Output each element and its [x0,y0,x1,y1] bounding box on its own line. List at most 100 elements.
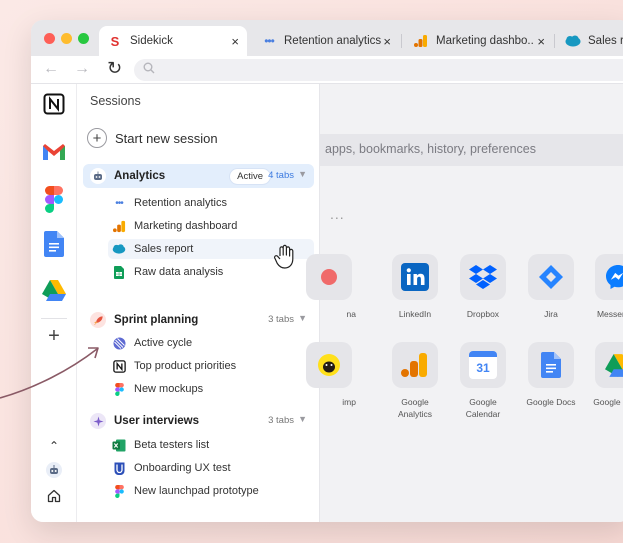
session-item-label: Top product priorities [134,360,237,372]
figma-icon[interactable] [42,184,66,214]
session-item-top-product-priorities[interactable]: Top product priorities [108,356,314,376]
status-badge: Active [229,168,271,185]
session-item-label: Sales report [134,243,194,255]
close-window-button[interactable] [44,33,55,44]
tab-count: 4 tabs [268,170,294,181]
app-mailchimp[interactable]: imp [298,342,360,408]
annotation-arrow [0,347,99,399]
app-label: imp [342,397,356,407]
sessions-panel: Sessions + Start new session Analytics A… [77,84,320,522]
google-drive-icon [595,342,623,388]
session-item-marketing-dashboard[interactable]: Marketing dashboard [108,216,314,236]
close-icon[interactable]: × [537,34,545,49]
session-item-active-cycle[interactable]: Active cycle [108,333,314,353]
figma-icon [112,484,126,498]
toolbar: ← → ↻ [31,56,623,84]
collapse-caret-icon[interactable]: ▼ [298,414,307,424]
session-item-new-mockups[interactable]: New mockups [108,379,314,399]
more-options-icon[interactable]: ... [330,206,345,222]
tab-sales-report[interactable]: Sales re [557,26,623,56]
minimize-window-button[interactable] [61,33,72,44]
reload-icon[interactable]: ↻ [107,58,122,79]
close-icon[interactable]: × [383,34,391,49]
session-item-label: Marketing dashboard [134,220,238,232]
rocket-icon [90,312,106,328]
tab-divider [401,34,402,48]
notion-icon[interactable] [42,92,66,116]
tab-sidekick[interactable]: S Sidekick × [99,26,247,56]
tab-retention-analytics[interactable]: ••• Retention analytics × [253,26,399,56]
session-group-title: Sprint planning [114,314,199,326]
session-group-title: Analytics [114,170,166,182]
app-google-analytics[interactable]: Google Analytics [384,342,446,420]
session-item-label: Retention analytics [134,197,227,209]
sidekick-icon: S [110,33,120,49]
session-item-beta-testers-list[interactable]: Beta testers list [108,435,314,455]
google-docs-icon[interactable] [42,230,66,258]
google-drive-icon[interactable] [42,278,66,302]
session-group-sprint-planning[interactable]: Sprint planning 3 tabs ▼ [83,308,314,332]
sparkle-icon [90,413,106,429]
app-messenger[interactable]: Messenger [587,254,623,320]
app-linkedin[interactable]: LinkedIn [384,254,446,320]
app-rail: + ⌃ [31,84,77,522]
maximize-window-button[interactable] [78,33,89,44]
session-group-analytics[interactable]: Analytics Active 4 tabs ▼ [83,164,314,188]
app-google-docs[interactable]: Google Docs [520,342,582,408]
start-new-session-button[interactable]: + Start new session [87,128,218,148]
close-icon[interactable]: × [231,34,239,49]
app-jira[interactable]: Jira [520,254,582,320]
app-label: Messenger [596,309,623,319]
tab-title: Marketing dashbo.. [436,35,534,47]
app-google-calendar[interactable]: 31 Google Calendar [452,342,514,420]
salesforce-icon [112,242,126,256]
linkedin-icon [392,254,438,300]
mailchimp-icon [306,342,352,388]
forward-icon[interactable]: → [74,60,90,78]
session-item-onboarding-ux-test[interactable]: Onboarding UX test [108,458,314,478]
analytics-icon [413,33,429,49]
tab-title: Retention analytics [284,35,382,47]
launchpad-area: apps, bookmarks, history, preferences ..… [306,84,623,522]
app-label: Google Docs [526,397,576,407]
tab-count: 3 tabs [268,314,294,325]
session-item-label: New mockups [134,383,204,395]
address-bar[interactable] [134,59,623,81]
back-icon[interactable]: ← [43,60,59,78]
session-item-new-launchpad-prototype[interactable]: New launchpad prototype [108,481,314,501]
linear-icon [112,336,126,350]
launchpad-search-input[interactable]: apps, bookmarks, history, preferences [320,134,623,166]
google-docs-icon [528,342,574,388]
app-label: Dropbox [466,309,500,319]
gmail-icon[interactable] [42,140,66,164]
home-icon[interactable] [42,484,66,508]
calendar-day: 31 [476,361,490,375]
plus-icon: + [87,128,107,148]
tab-title: Sidekick [130,35,173,47]
notion-icon [112,359,126,373]
app-dropbox[interactable]: Dropbox [452,254,514,320]
google-calendar-icon: 31 [460,342,506,388]
session-group-user-interviews[interactable]: User interviews 3 tabs ▼ [83,409,314,433]
tab-bar: S Sidekick × ••• Retention analytics × M… [31,20,623,56]
app-google-drive[interactable]: Google Drive [587,342,623,408]
app-label: na [346,309,356,319]
session-bot-icon [90,168,106,184]
tab-title: Sales re [588,35,623,47]
dots-icon: ••• [264,34,275,48]
tab-marketing-dashboard[interactable]: Marketing dashbo.. × [405,26,553,56]
chevron-up-icon[interactable]: ⌃ [42,434,66,458]
session-item-retention-analytics[interactable]: ••• Retention analytics [108,193,314,213]
start-new-session-label: Start new session [115,130,218,146]
messenger-icon [595,254,623,300]
panel-title: Sessions [90,94,141,108]
usertesting-icon [112,461,126,475]
collapse-caret-icon[interactable]: ▼ [298,169,307,179]
search-placeholder: apps, bookmarks, history, preferences [325,142,536,156]
app-label: Google Drive [593,397,623,407]
rail-divider [41,318,67,319]
app-label: Jira [544,309,558,319]
app-partial[interactable]: na [298,254,360,320]
tab-count: 3 tabs [268,415,294,426]
assistant-bot-icon[interactable] [42,458,66,482]
